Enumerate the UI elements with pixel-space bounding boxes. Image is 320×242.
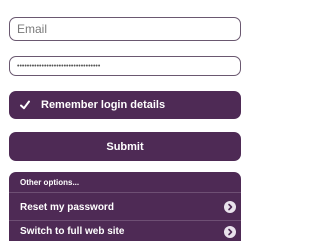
- email-field[interactable]: [9, 17, 241, 41]
- checkmark-icon: [20, 100, 30, 110]
- other-options-panel: Other options... Reset my password Switc…: [9, 172, 241, 241]
- reset-password-label: Reset my password: [20, 201, 114, 213]
- full-web-site-link[interactable]: Switch to full web site: [9, 220, 241, 242]
- password-field[interactable]: [9, 56, 241, 76]
- remember-login-toggle[interactable]: Remember login details: [9, 91, 241, 119]
- submit-label: Submit: [106, 140, 144, 153]
- chevron-right-icon: [224, 226, 236, 238]
- reset-password-link[interactable]: Reset my password: [9, 196, 241, 218]
- options-divider: [9, 192, 241, 193]
- full-web-site-label: Switch to full web site: [20, 226, 125, 237]
- submit-button[interactable]: Submit: [9, 132, 241, 161]
- remember-login-label: Remember login details: [41, 99, 166, 111]
- other-options-title: Other options...: [20, 178, 80, 187]
- chevron-right-icon: [224, 201, 236, 213]
